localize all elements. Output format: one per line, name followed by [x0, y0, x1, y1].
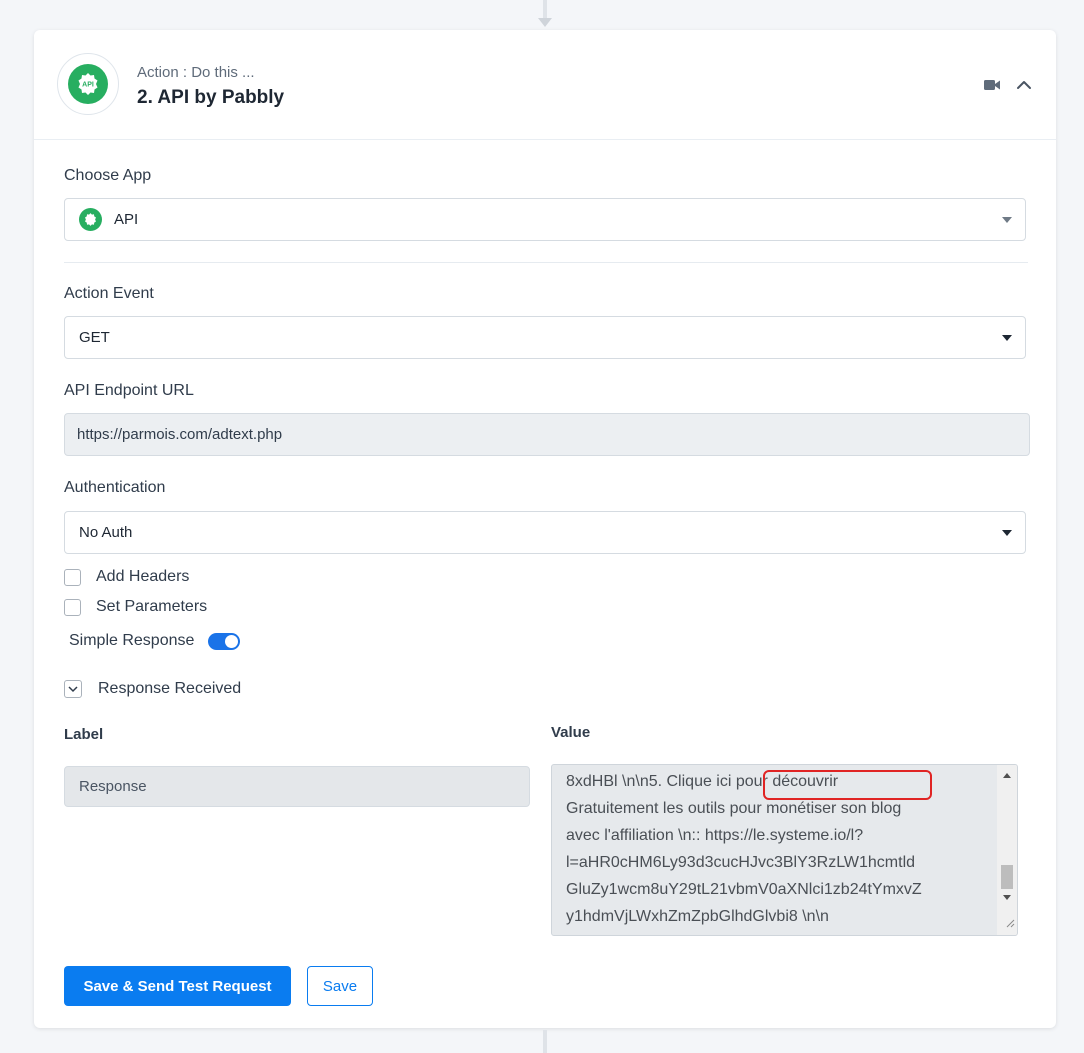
action-event-select[interactable]: GET: [64, 316, 1026, 359]
svg-text:API: API: [82, 82, 94, 89]
choose-app-select[interactable]: API: [64, 198, 1026, 241]
step-header[interactable]: API Action : Do this ... 2. API by Pabbl…: [34, 30, 1056, 140]
endpoint-label: API Endpoint URL: [64, 382, 194, 399]
auth-select[interactable]: No Auth: [64, 511, 1026, 554]
caret-down-icon: [1002, 530, 1012, 536]
save-button[interactable]: Save: [307, 966, 373, 1006]
caret-down-icon: [1002, 335, 1012, 341]
video-icon[interactable]: [984, 78, 1001, 96]
divider: [64, 262, 1028, 263]
api-logo-icon: API: [68, 64, 108, 104]
caret-down-icon: [1002, 217, 1012, 223]
save-and-send-test-request-button[interactable]: Save & Send Test Request: [64, 966, 291, 1006]
auth-value: No Auth: [79, 524, 133, 541]
step-subtitle: Action : Do this ...: [137, 64, 255, 81]
connector-arrow-icon: [538, 18, 552, 27]
highlight-annotation: [763, 770, 932, 800]
scrollbar-thumb[interactable]: [1001, 865, 1013, 889]
response-received-toggle[interactable]: Response Received: [64, 680, 241, 698]
toggle-knob: [225, 634, 239, 648]
add-headers-label: Add Headers: [96, 568, 190, 585]
simple-response-option: Simple Response: [69, 632, 241, 650]
action-event-value: GET: [79, 329, 110, 346]
set-parameters-checkbox[interactable]: [64, 598, 81, 616]
choose-app-label: Choose App: [64, 167, 152, 184]
simple-response-label: Simple Response: [69, 632, 195, 649]
set-parameters-option[interactable]: Set Parameters: [64, 598, 207, 616]
textarea-scrollbar[interactable]: [997, 765, 1017, 935]
step-title: 2. API by Pabbly: [137, 87, 285, 108]
choose-app-value: API: [114, 211, 139, 228]
connector-line-bottom: [543, 1030, 547, 1053]
chevron-up-icon[interactable]: [1015, 76, 1033, 99]
app-logo: API: [57, 53, 119, 115]
action-event-label: Action Event: [64, 285, 154, 302]
response-label-input[interactable]: Response: [64, 766, 530, 807]
endpoint-input[interactable]: https://parmois.com/adtext.php: [64, 413, 1030, 456]
response-received-label: Response Received: [98, 680, 242, 697]
resize-grip-icon[interactable]: [1005, 915, 1015, 933]
simple-response-toggle[interactable]: [208, 632, 241, 650]
label-column-header: Label: [64, 726, 104, 743]
chevron-down-icon[interactable]: [64, 680, 82, 698]
value-column-header: Value: [551, 724, 591, 741]
api-mini-logo-icon: [79, 208, 102, 231]
auth-label: Authentication: [64, 479, 166, 496]
add-headers-option[interactable]: Add Headers: [64, 568, 189, 586]
action-step-card: API Action : Do this ... 2. API by Pabbl…: [34, 30, 1056, 1028]
add-headers-checkbox[interactable]: [64, 568, 81, 586]
scroll-up-icon[interactable]: [1003, 773, 1011, 778]
scroll-down-icon[interactable]: [1003, 895, 1011, 900]
set-parameters-label: Set Parameters: [96, 598, 208, 615]
